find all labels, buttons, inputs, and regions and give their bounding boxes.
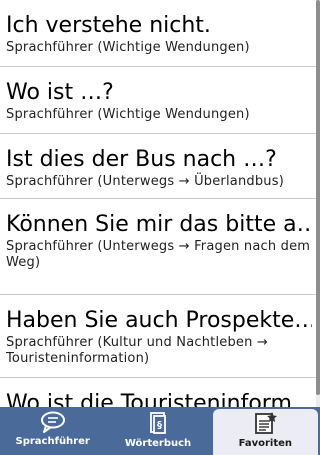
tab-label: Favoriten	[238, 438, 293, 449]
scrollbar-thumb[interactable]	[316, 0, 320, 395]
favorites-list[interactable]: Ich verstehe nicht. Sprachführer (Wichti…	[0, 0, 316, 407]
speech-bubble-icon	[40, 411, 66, 433]
list-item[interactable]: Wo ist die Touristeninform…	[0, 378, 316, 407]
list-item-title: Wo ist …?	[6, 80, 114, 105]
scrollbar[interactable]	[316, 0, 320, 407]
list-item-title: Wo ist die Touristeninform…	[6, 391, 312, 407]
list-item-title: Ist dies der Bus nach …?	[6, 147, 277, 172]
tab-label: Wörterbuch	[124, 438, 192, 449]
list-item-subtitle: Sprachführer (Wichtige Wendungen)	[6, 40, 250, 55]
list-item[interactable]: Können Sie mir das bitte a… Sprachführer…	[0, 199, 316, 295]
tab-label: Sprachführer	[15, 436, 90, 447]
list-item-subtitle: Sprachführer (Wichtige Wendungen)	[6, 107, 250, 122]
list-item-title: Haben Sie auch Prospekte…	[6, 308, 312, 333]
list-item-subtitle: Sprachführer (Unterwegs → Überlandbus)	[6, 174, 284, 189]
favorites-icon	[252, 411, 278, 435]
list-item-title: Ich verstehe nicht.	[6, 13, 211, 38]
app-window: Ich verstehe nicht. Sprachführer (Wichti…	[0, 0, 320, 455]
list-item[interactable]: Haben Sie auch Prospekte… Sprachführer (…	[0, 295, 316, 378]
tab-sprachfuehrer[interactable]: Sprachführer	[0, 407, 105, 455]
list-item-subtitle: Sprachführer (Unterwegs → Fragen nach de…	[6, 239, 311, 270]
list-item[interactable]: Ich verstehe nicht. Sprachführer (Wichti…	[0, 0, 316, 67]
bottom-tab-bar: Sprachführer § Wörterbuch Favoriten	[0, 407, 320, 455]
svg-text:§: §	[157, 420, 162, 431]
list-item-title: Können Sie mir das bitte a…	[6, 212, 312, 237]
dictionary-icon: §	[147, 411, 169, 435]
list-item[interactable]: Wo ist …? Sprachführer (Wichtige Wendung…	[0, 67, 316, 134]
list-item-subtitle: Sprachführer (Kultur und Nachtleben → To…	[6, 335, 268, 366]
tab-woerterbuch[interactable]: § Wörterbuch	[105, 407, 210, 455]
tab-favoriten[interactable]: Favoriten	[212, 409, 318, 455]
list-item[interactable]: Ist dies der Bus nach …? Sprachführer (U…	[0, 134, 316, 199]
